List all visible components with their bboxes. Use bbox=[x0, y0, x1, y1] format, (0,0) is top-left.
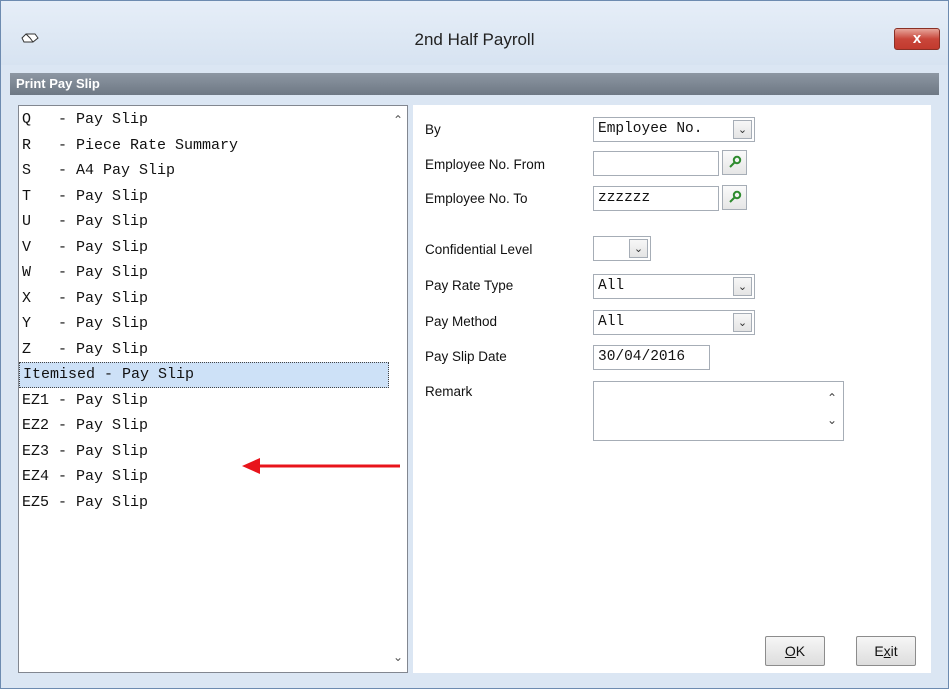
list-item[interactable]: R - Piece Rate Summary bbox=[19, 133, 389, 159]
list-item[interactable]: T - Pay Slip bbox=[19, 184, 389, 210]
list-item[interactable]: U - Pay Slip bbox=[19, 209, 389, 235]
remark-textarea[interactable]: ⌃ ⌄ bbox=[593, 381, 844, 441]
pay-slip-date-label: Pay Slip Date bbox=[425, 349, 507, 364]
list-item[interactable]: EZ1 - Pay Slip bbox=[19, 388, 389, 414]
list-item[interactable]: Itemised - Pay Slip bbox=[19, 362, 389, 388]
close-button[interactable]: x bbox=[894, 28, 940, 50]
pay-method-select[interactable]: All ⌄ bbox=[593, 310, 755, 335]
remark-label: Remark bbox=[425, 384, 473, 399]
window-title: 2nd Half Payroll bbox=[414, 30, 535, 49]
confidential-level-select[interactable]: ⌄ bbox=[593, 236, 651, 261]
ok-button[interactable]: OK bbox=[765, 636, 825, 666]
pay-slip-date-field[interactable]: 30/04/2016 bbox=[593, 345, 710, 370]
list-item[interactable]: Q - Pay Slip bbox=[19, 107, 389, 133]
content-area: Q - Pay Slip R - Piece Rate Summary S - A4… bbox=[10, 95, 939, 677]
search-key-icon bbox=[729, 190, 742, 203]
payroll-window: 2nd Half Payroll x Print Pay Slip Q - Pa… bbox=[0, 0, 949, 689]
ok-mnemonic: O bbox=[784, 643, 796, 659]
by-select[interactable]: Employee No. ⌄ bbox=[593, 117, 755, 142]
employee-from-field[interactable] bbox=[593, 151, 719, 176]
pay-method-label: Pay Method bbox=[425, 314, 498, 329]
list-item[interactable]: S - A4 Pay Slip bbox=[19, 158, 389, 184]
employee-to-lookup-button[interactable] bbox=[722, 185, 747, 210]
pay-rate-type-value: All bbox=[598, 278, 625, 294]
section-header: Print Pay Slip bbox=[10, 73, 939, 95]
employee-to-field[interactable]: zzzzzz bbox=[593, 186, 719, 211]
exit-label-first: E bbox=[874, 643, 884, 659]
chevron-down-icon[interactable]: ⌄ bbox=[733, 277, 752, 296]
ok-label-rest: K bbox=[795, 643, 806, 659]
employee-to-value: zzzzzz bbox=[598, 190, 651, 206]
scroll-up-icon[interactable]: ⌃ bbox=[389, 111, 407, 129]
exit-mnemonic: x bbox=[883, 643, 891, 659]
list-item[interactable]: Y - Pay Slip bbox=[19, 311, 389, 337]
scroll-down-icon[interactable]: ⌄ bbox=[389, 648, 407, 666]
chevron-down-icon[interactable]: ⌄ bbox=[629, 239, 648, 258]
pay-method-value: All bbox=[598, 314, 625, 330]
chevron-down-icon[interactable]: ⌄ bbox=[827, 413, 837, 427]
chevron-down-icon[interactable]: ⌄ bbox=[733, 120, 752, 139]
by-value: Employee No. bbox=[598, 121, 703, 137]
exit-button[interactable]: Exit bbox=[856, 636, 916, 666]
pay-slip-date-value: 30/04/2016 bbox=[598, 349, 686, 365]
employee-to-label: Employee No. To bbox=[425, 191, 528, 206]
chevron-up-icon[interactable]: ⌃ bbox=[827, 391, 837, 405]
employee-from-lookup-button[interactable] bbox=[722, 150, 747, 175]
red-arrow-annotation bbox=[242, 458, 400, 474]
title-bar: 2nd Half Payroll x bbox=[1, 1, 948, 65]
list-item[interactable]: V - Pay Slip bbox=[19, 235, 389, 261]
exit-label-rest: it bbox=[890, 643, 898, 659]
chevron-down-icon[interactable]: ⌄ bbox=[733, 313, 752, 332]
list-item[interactable]: EZ5 - Pay Slip bbox=[19, 490, 389, 516]
by-label: By bbox=[425, 122, 441, 137]
pay-rate-type-select[interactable]: All ⌄ bbox=[593, 274, 755, 299]
list-item[interactable]: W - Pay Slip bbox=[19, 260, 389, 286]
form-panel: By Employee No. ⌄ Employee No. From Empl… bbox=[413, 105, 931, 673]
pay-rate-type-label: Pay Rate Type bbox=[425, 278, 514, 293]
search-key-icon bbox=[729, 155, 742, 168]
list-scrollbar[interactable]: ⌃ ⌄ bbox=[389, 106, 407, 672]
list-item[interactable]: EZ2 - Pay Slip bbox=[19, 413, 389, 439]
list-item[interactable]: Z - Pay Slip bbox=[19, 337, 389, 363]
confidential-level-label: Confidential Level bbox=[425, 242, 533, 257]
employee-from-label: Employee No. From bbox=[425, 157, 546, 172]
report-listbox[interactable]: Q - Pay Slip R - Piece Rate Summary S - A4… bbox=[18, 105, 408, 673]
list-item[interactable]: X - Pay Slip bbox=[19, 286, 389, 312]
